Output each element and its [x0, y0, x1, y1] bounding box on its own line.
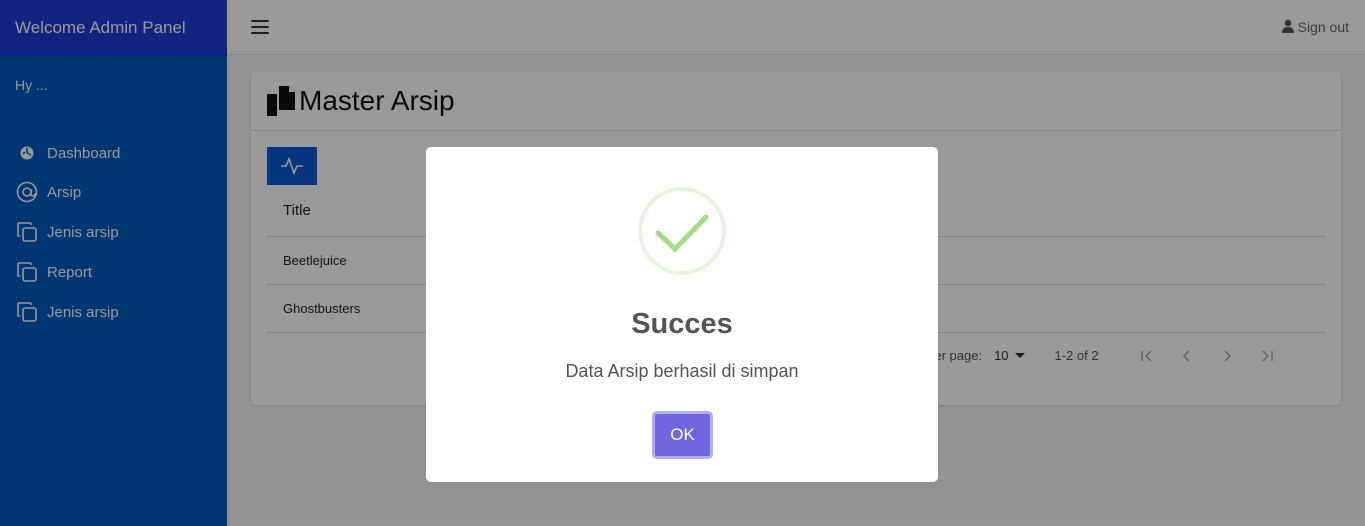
- success-check-icon: [638, 187, 726, 275]
- success-dialog: Succes Data Arsip berhasil di simpan OK: [426, 147, 938, 482]
- dialog-title: Succes: [631, 308, 733, 340]
- dialog-message: Data Arsip berhasil di simpan: [565, 361, 799, 381]
- ok-button[interactable]: OK: [652, 411, 713, 459]
